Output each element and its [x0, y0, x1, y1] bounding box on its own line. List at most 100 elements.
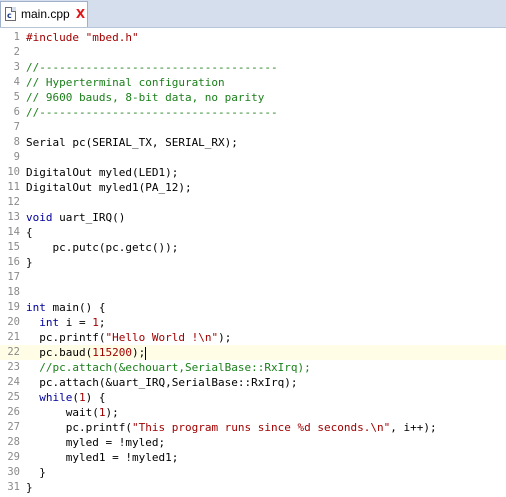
code-token: DigitalOut myled(LED1); — [26, 166, 179, 179]
line-number: 28 — [7, 436, 20, 448]
code-token: //------------------------------------ — [26, 61, 278, 74]
code-line[interactable]: 20 int i = 1; — [0, 315, 506, 330]
code-token: int — [26, 301, 46, 314]
line-number: 4 — [13, 76, 20, 88]
code-text: pc.putc(pc.getc()); — [26, 240, 178, 255]
line-number: 23 — [7, 361, 20, 373]
code-text: #include "mbed.h" — [26, 30, 139, 45]
code-text: } — [26, 465, 46, 480]
code-line[interactable]: 27 pc.printf("This program runs since %d… — [0, 420, 506, 435]
code-token: ) { — [85, 391, 106, 404]
line-number: 31 — [7, 481, 20, 493]
line-number: 9 — [13, 151, 20, 163]
code-text: { — [26, 225, 33, 240]
code-text: wait(1); — [26, 405, 119, 420]
code-line[interactable]: 28 myled = !myled; — [0, 435, 506, 450]
cpp-file-icon: c — [5, 7, 16, 21]
code-line[interactable]: 25 while(1) { — [0, 390, 506, 405]
code-token: while — [39, 391, 73, 404]
code-token: //pc.attach(&echouart,SerialBase::RxIrq)… — [26, 361, 311, 374]
code-text: // 9600 bauds, 8-bit data, no parity — [26, 90, 264, 105]
code-line[interactable]: 7 — [0, 120, 506, 135]
code-line[interactable]: 29 myled1 = !myled1; — [0, 450, 506, 465]
line-number: 20 — [7, 316, 20, 328]
line-number: 2 — [13, 46, 20, 58]
code-text: pc.printf("Hello World !\n"); — [26, 330, 231, 345]
code-line[interactable]: 30 } — [0, 465, 506, 480]
code-line[interactable]: 14 { — [0, 225, 506, 240]
code-line[interactable]: 13 void uart_IRQ() — [0, 210, 506, 225]
code-line[interactable]: 31} — [0, 480, 506, 495]
code-token: myled = !myled; — [26, 436, 166, 449]
code-token: 115200 — [92, 346, 132, 359]
code-token: ); — [105, 406, 119, 419]
code-line[interactable]: 16} — [0, 255, 506, 270]
line-number: 5 — [13, 91, 20, 103]
code-line[interactable]: 11 DigitalOut myled1(PA_12); — [0, 180, 506, 195]
line-number: 12 — [7, 196, 20, 208]
code-token: pc.attach(&uart_IRQ,SerialBase::RxIrq); — [26, 376, 298, 389]
code-token: DigitalOut myled1(PA_12); — [26, 181, 192, 194]
code-line[interactable]: 15 pc.putc(pc.getc()); — [0, 240, 506, 255]
code-text: while(1) { — [26, 390, 106, 405]
line-number: 18 — [7, 286, 20, 298]
code-token: } — [26, 481, 33, 494]
code-token: i = — [59, 316, 93, 329]
line-number: 11 — [7, 181, 20, 193]
line-number: 19 — [7, 301, 20, 313]
code-token: 1 — [92, 316, 99, 329]
code-line[interactable]: 22 pc.baud(115200); — [0, 345, 506, 360]
code-line[interactable]: 4 // Hyperterminal configuration — [0, 75, 506, 90]
line-number: 8 — [13, 136, 20, 148]
code-line[interactable]: 6 //------------------------------------ — [0, 105, 506, 120]
code-text: Serial pc(SERIAL_TX, SERIAL_RX); — [26, 135, 238, 150]
code-line[interactable]: 9 — [0, 150, 506, 165]
code-token: #include "mbed.h" — [26, 31, 139, 44]
code-line[interactable]: 23 //pc.attach(&echouart,SerialBase::RxI… — [0, 360, 506, 375]
code-line[interactable]: 17 — [0, 270, 506, 285]
line-number: 29 — [7, 451, 20, 463]
code-token: // Hyperterminal configuration — [26, 76, 225, 89]
code-text: DigitalOut myled1(PA_12); — [26, 180, 192, 195]
code-line[interactable]: 18 — [0, 285, 506, 300]
line-number: 27 — [7, 421, 20, 433]
code-token: , i++); — [390, 421, 437, 434]
line-number: 25 — [7, 391, 20, 403]
tab-label: main.cpp — [21, 7, 70, 21]
code-token: //------------------------------------ — [26, 106, 278, 119]
code-line[interactable]: 3 //------------------------------------ — [0, 60, 506, 75]
code-editor[interactable]: 1 #include "mbed.h" 2 3//------------------… — [0, 28, 506, 497]
line-number: 17 — [7, 271, 20, 283]
code-token: ); — [131, 346, 146, 359]
code-line[interactable]: 24 pc.attach(&uart_IRQ,SerialBase::RxIrq… — [0, 375, 506, 390]
code-token: pc.putc(pc.getc()); — [26, 241, 179, 254]
line-number: 21 — [7, 331, 20, 343]
line-number: 14 — [7, 226, 20, 238]
code-text: pc.baud(115200); — [26, 345, 147, 360]
code-line[interactable]: 1 #include "mbed.h" — [0, 30, 506, 45]
code-text: //------------------------------------ — [26, 60, 278, 75]
code-line[interactable]: 26 wait(1); — [0, 405, 506, 420]
code-line[interactable]: 19 int main() { — [0, 300, 506, 315]
code-line[interactable]: 8 Serial pc(SERIAL_TX, SERIAL_RX); — [0, 135, 506, 150]
code-token: int — [39, 316, 60, 329]
code-line[interactable]: 2 — [0, 45, 506, 60]
code-text: pc.printf("This program runs since %d se… — [26, 420, 437, 435]
close-icon[interactable]: X — [74, 8, 87, 21]
line-number: 15 — [7, 241, 20, 253]
code-line[interactable]: 5 // 9600 bauds, 8-bit data, no parity — [0, 90, 506, 105]
code-text: myled = !myled; — [26, 435, 165, 450]
line-number: 16 — [7, 256, 20, 268]
code-line[interactable]: 12 — [0, 195, 506, 210]
code-line[interactable]: 10 DigitalOut myled(LED1); — [0, 165, 506, 180]
code-line[interactable]: 21 pc.printf("Hello World !\n"); — [0, 330, 506, 345]
code-token: pc.baud( — [26, 346, 93, 359]
code-token: ); — [218, 331, 232, 344]
code-text: pc.attach(&uart_IRQ,SerialBase::RxIrq); — [26, 375, 298, 390]
code-token: pc.printf( — [26, 331, 106, 344]
code-text: int i = 1; — [26, 315, 105, 330]
code-token: ( — [72, 391, 79, 404]
tab-main-cpp[interactable]: c main.cpp X — [0, 1, 88, 27]
line-number: 3 — [13, 61, 20, 73]
